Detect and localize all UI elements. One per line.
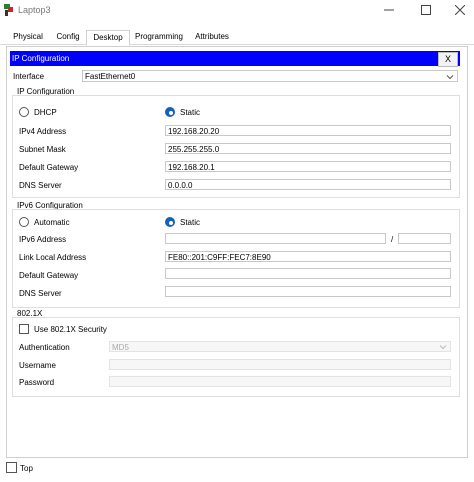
tab-config[interactable]: Config <box>54 30 82 44</box>
static-ipv4-radio[interactable] <box>165 107 175 117</box>
maximize-button[interactable] <box>409 0 443 20</box>
ipv6-default-gateway-input[interactable] <box>165 268 451 279</box>
default-gateway-label: Default Gateway <box>19 163 79 172</box>
tab-attributes[interactable]: Attributes <box>192 30 232 44</box>
ip-config-header <box>10 51 460 66</box>
chevron-down-icon <box>439 345 447 350</box>
top-label: Top <box>20 464 33 473</box>
static-ipv6-label: Static <box>180 218 201 227</box>
static-ipv4-label: Static <box>180 108 201 117</box>
close-ip-config-button[interactable]: X <box>438 52 458 67</box>
link-local-address-input[interactable]: FE80::201:C9FF:FEC7:8E90 <box>165 251 451 262</box>
top-checkbox[interactable] <box>6 462 17 473</box>
automatic-ipv6-label: Automatic <box>34 218 70 227</box>
interface-value: FastEthernet0 <box>85 72 136 81</box>
ipv6-prefix-input[interactable] <box>398 233 451 244</box>
username-label: Username <box>19 361 56 370</box>
username-input[interactable] <box>109 359 451 370</box>
use-dot1x-checkbox[interactable] <box>19 324 29 334</box>
ipv4-address-label: IPv4 Address <box>19 127 67 136</box>
minimize-icon <box>384 9 394 11</box>
dns-server-input[interactable]: 0.0.0.0 <box>165 179 451 190</box>
authentication-label: Authentication <box>19 343 70 352</box>
password-input[interactable] <box>109 376 451 387</box>
ipv6-dns-server-label: DNS Server <box>19 289 62 298</box>
dhcp-label: DHCP <box>34 108 57 117</box>
minimize-button[interactable] <box>372 0 406 20</box>
chevron-down-icon <box>446 75 454 80</box>
automatic-ipv6-radio[interactable] <box>19 217 29 227</box>
app-icon <box>4 4 13 16</box>
tab-desktop[interactable]: Desktop <box>86 30 130 46</box>
ipv6-default-gateway-label: Default Gateway <box>19 271 79 280</box>
link-local-address-label: Link Local Address <box>19 253 87 262</box>
maximize-icon <box>421 5 431 16</box>
tab-programming[interactable]: Programming <box>133 30 185 44</box>
close-window-button[interactable] <box>443 0 474 20</box>
ipv6-dns-server-input[interactable] <box>165 286 451 297</box>
interface-select[interactable]: FastEthernet0 <box>82 70 458 82</box>
dns-server-label: DNS Server <box>19 181 62 190</box>
subnet-mask-label: Subnet Mask <box>19 145 66 154</box>
ipv6-address-label: IPv6 Address <box>19 235 67 244</box>
static-ipv6-radio[interactable] <box>165 217 175 227</box>
dhcp-radio[interactable] <box>19 107 29 117</box>
ip-config-title: IP Configuration <box>12 54 70 63</box>
close-icon <box>454 4 466 16</box>
ipv6-address-input[interactable] <box>165 233 386 244</box>
authentication-value: MD5 <box>112 343 129 352</box>
ipv4-address-input[interactable]: 192.168.20.20 <box>165 125 451 136</box>
interface-label: Interface <box>13 72 45 81</box>
window-title: Laptop3 <box>18 5 51 15</box>
use-dot1x-label: Use 802.1X Security <box>34 325 107 334</box>
prefix-separator: / <box>391 235 394 244</box>
password-label: Password <box>19 378 55 387</box>
default-gateway-input[interactable]: 192.168.20.1 <box>165 161 451 172</box>
tab-physical[interactable]: Physical <box>10 30 46 44</box>
subnet-mask-input[interactable]: 255.255.255.0 <box>165 143 451 154</box>
authentication-select[interactable]: MD5 <box>109 341 451 352</box>
